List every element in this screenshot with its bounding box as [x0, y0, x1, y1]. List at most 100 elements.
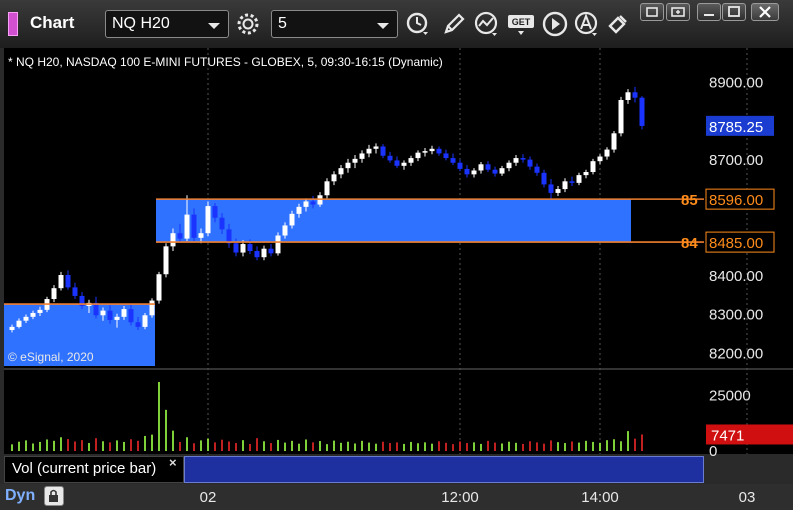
volume-bar [634, 438, 636, 451]
volume-bar [67, 439, 69, 451]
price-tick-label: 8300.00 [709, 307, 763, 324]
volume-bar [557, 442, 559, 451]
candle-up [478, 164, 484, 171]
volume-bar [123, 441, 125, 451]
pencil-draw-icon[interactable] [440, 10, 468, 38]
candle-up [142, 315, 148, 327]
volume-bar [620, 441, 622, 451]
candle-up [58, 275, 64, 289]
play-icon[interactable] [541, 10, 569, 38]
level-tag-label: 84 [681, 235, 698, 252]
volume-bar [193, 443, 195, 451]
volume-bar [515, 442, 517, 451]
candle-down [485, 164, 491, 170]
volume-bar [445, 442, 447, 451]
volume-bar [494, 442, 496, 451]
close-icon[interactable] [751, 3, 779, 21]
candle-up [121, 309, 127, 317]
time-axis[interactable] [0, 484, 793, 510]
volume-bar [312, 442, 314, 451]
maximize-icon[interactable] [722, 3, 746, 21]
volume-bar [641, 434, 643, 451]
link-chain-icon[interactable] [604, 10, 632, 38]
candle-up [604, 149, 610, 157]
candle-down [310, 201, 316, 205]
candle-up [261, 248, 267, 258]
candle-down [548, 184, 554, 193]
volume-bar [53, 440, 55, 451]
dynamic-mode-label[interactable]: Dyn [5, 487, 35, 505]
candle-up [415, 152, 421, 159]
candle-up [401, 162, 407, 166]
price-tick-label: 8400.00 [709, 268, 763, 285]
volume-bar [242, 440, 244, 451]
candle-up [156, 274, 162, 301]
candle-down [107, 310, 113, 320]
candle-up [275, 235, 281, 254]
minimize-icon[interactable] [697, 3, 721, 21]
alert-a-icon[interactable] [573, 10, 601, 38]
candle-up [37, 309, 43, 313]
settings-gear-icon[interactable] [234, 10, 262, 38]
volume-bar [46, 439, 48, 451]
volume-bar [158, 381, 160, 451]
volume-bar [60, 437, 62, 451]
candle-up [9, 326, 15, 330]
candle-up [590, 161, 596, 173]
chart-window-icon [8, 12, 18, 36]
studies-icon[interactable] [473, 10, 501, 38]
time-tick-label: 14:00 [581, 489, 619, 506]
interval-combobox[interactable]: 5 [271, 10, 398, 38]
volume-bar [627, 431, 629, 451]
candle-down [65, 275, 71, 288]
candle-down [394, 160, 400, 166]
level-tag-label: 85 [681, 192, 698, 209]
candle-up [583, 172, 589, 176]
symbol-combobox[interactable]: NQ H20 [105, 10, 229, 38]
volume-bar [396, 442, 398, 451]
volume-bar [298, 443, 300, 451]
clock-icon[interactable] [404, 10, 432, 38]
symbol-dropdown-icon[interactable] [208, 23, 220, 29]
candle-down [226, 229, 232, 244]
candle-down [219, 217, 225, 230]
restore-icon[interactable] [640, 3, 664, 21]
volume-bar [207, 438, 209, 451]
candle-down [177, 233, 183, 239]
volume-bar [165, 409, 167, 451]
volume-bar [151, 434, 153, 451]
volume-bar [550, 440, 552, 451]
volume-bar [18, 441, 20, 451]
interval-dropdown-icon[interactable] [377, 23, 389, 29]
dock-icon[interactable] [666, 3, 690, 21]
study-legend-bar [184, 456, 704, 483]
volume-bar [459, 441, 461, 451]
candle-up [618, 100, 624, 134]
candle-up [51, 288, 57, 300]
study-legend[interactable]: Vol (current price bar) [4, 456, 184, 483]
time-tick-label: 12:00 [441, 489, 479, 506]
volume-bar [284, 442, 286, 451]
candle-up [289, 213, 295, 226]
pane-divider[interactable] [4, 368, 793, 370]
volume-bar [438, 441, 440, 451]
candle-down [534, 166, 540, 173]
volume-bar [410, 441, 412, 451]
volume-bar [613, 439, 615, 451]
candle-down [212, 206, 218, 218]
volume-bar [214, 442, 216, 451]
chart-area[interactable]: 8200.008300.008400.008500.008600.008700.… [0, 48, 793, 484]
candle-down [632, 92, 638, 98]
legend-close-icon[interactable]: × [169, 455, 177, 470]
get-data-icon[interactable]: GET [507, 10, 535, 38]
volume-pane[interactable] [4, 370, 704, 454]
lock-settings-icon[interactable] [44, 486, 64, 506]
svg-text:GET: GET [512, 17, 531, 27]
legend-label: Vol (current price bar) [12, 460, 157, 477]
candle-down [436, 148, 442, 154]
candle-up [296, 206, 302, 214]
volume-bar [473, 442, 475, 451]
volume-bar [74, 441, 76, 451]
window-title: Chart [30, 13, 75, 32]
interval-value: 5 [278, 15, 287, 32]
